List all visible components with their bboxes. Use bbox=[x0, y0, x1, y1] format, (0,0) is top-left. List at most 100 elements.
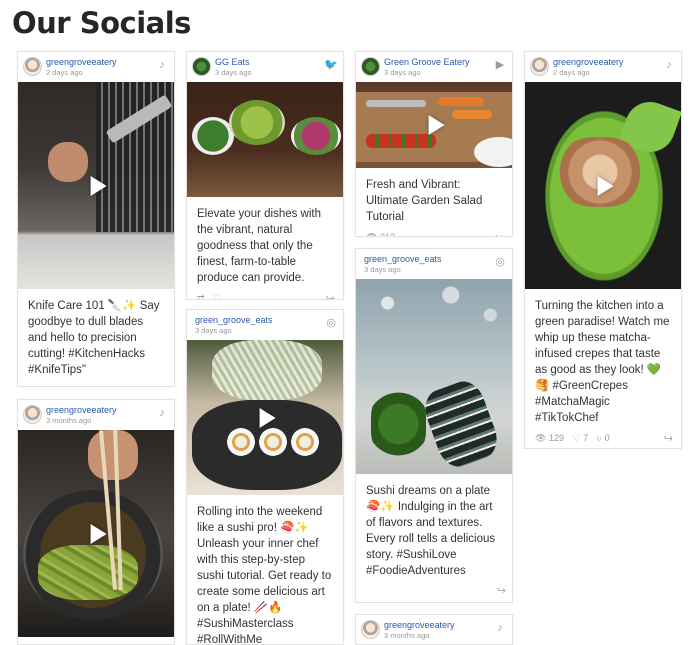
retweet-icon[interactable]: ⇄ bbox=[197, 293, 205, 299]
media-art bbox=[438, 97, 484, 106]
post-card[interactable]: green_groove_eats 3 days ago ◎ Rolling i… bbox=[186, 309, 344, 645]
media-art bbox=[452, 110, 492, 119]
post-time: 3 days ago bbox=[195, 326, 232, 335]
post-header: greengroveeatery 3 months ago ♪ bbox=[356, 615, 512, 644]
eye-icon: 👁 bbox=[28, 385, 39, 386]
share-icon[interactable]: ↪ bbox=[664, 432, 673, 445]
post-time: 2 days ago bbox=[46, 68, 83, 77]
heart-icon: ♡ bbox=[55, 385, 63, 386]
author-handle[interactable]: greengroveeatery bbox=[46, 405, 117, 415]
post-time: 3 months ago bbox=[46, 416, 92, 425]
comments-count: ○ 0 bbox=[80, 385, 93, 386]
post-video[interactable] bbox=[18, 82, 174, 289]
caption-text: Knife Care 101 🔪✨ Say goodbye to dull bl… bbox=[28, 300, 160, 376]
play-icon[interactable] bbox=[90, 523, 107, 544]
author-handle[interactable]: GG Eats bbox=[215, 57, 250, 67]
author-handle[interactable]: green_groove_eats bbox=[364, 254, 442, 264]
post-card[interactable]: greengroveeatery 2 days ago ♪ Knife Care… bbox=[17, 51, 175, 387]
media-art bbox=[356, 279, 512, 359]
post-header: greengroveeatery 3 months ago ♪ bbox=[18, 400, 174, 430]
page-title: Our Socials bbox=[12, 6, 191, 40]
play-icon[interactable] bbox=[259, 407, 276, 428]
comment-icon: ○ bbox=[80, 385, 85, 386]
media-art bbox=[366, 134, 436, 148]
media-art bbox=[291, 117, 341, 155]
avatar[interactable] bbox=[192, 57, 211, 76]
media-art bbox=[229, 100, 285, 145]
author-handle[interactable]: greengroveeatery bbox=[553, 57, 624, 67]
play-icon[interactable] bbox=[90, 175, 107, 196]
share-icon[interactable]: ↪ bbox=[157, 384, 166, 386]
instagram-icon[interactable]: ◎ bbox=[324, 316, 338, 330]
post-card[interactable]: green_groove_eats 3 days ago ◎ Sushi dre… bbox=[355, 248, 513, 603]
comments-count: ○ 0 bbox=[597, 433, 610, 443]
post-caption: Turning the kitchen into a green paradis… bbox=[525, 289, 681, 426]
media-art bbox=[371, 389, 426, 459]
post-time: 3 days ago bbox=[215, 68, 252, 77]
tiktok-icon[interactable]: ♪ bbox=[155, 58, 169, 72]
post-caption: Knife Care 101 🔪✨ Say goodbye to dull bl… bbox=[18, 289, 174, 378]
views-count: 👁 4 bbox=[28, 385, 47, 386]
heart-icon[interactable]: ♡ bbox=[213, 293, 221, 299]
share-icon[interactable]: ↪ bbox=[495, 231, 504, 236]
caption-text: Elevate your dishes with the vibrant, na… bbox=[197, 208, 322, 284]
eye-icon: 👁 bbox=[366, 232, 378, 237]
post-card[interactable]: GG Eats 3 days ago 🐦 Elevate your dishes… bbox=[186, 51, 344, 300]
share-icon[interactable]: ↪ bbox=[497, 584, 506, 597]
post-stats: 👁 4 ♡ 2 ○ 0 ↪ bbox=[18, 378, 174, 386]
post-header: green_groove_eats 3 days ago ◎ bbox=[356, 249, 512, 279]
caption-text: Rolling into the weekend like a sushi pr… bbox=[197, 506, 332, 645]
post-image[interactable] bbox=[356, 279, 512, 474]
avatar[interactable] bbox=[23, 405, 42, 424]
author-handle[interactable]: green_groove_eats bbox=[195, 315, 273, 325]
post-video[interactable] bbox=[18, 430, 174, 637]
heart-icon: ♡ bbox=[572, 433, 581, 443]
avatar[interactable] bbox=[530, 57, 549, 76]
post-card[interactable]: greengroveeatery 2 days ago ♪ Turning th… bbox=[524, 51, 682, 449]
views-value: 312 bbox=[379, 232, 395, 237]
likes-value: 7 bbox=[583, 433, 589, 443]
views-count: 👁 312 bbox=[366, 232, 395, 237]
caption-text: Fresh and Vibrant: Ultimate Garden Salad… bbox=[366, 179, 483, 223]
youtube-icon[interactable]: ▶ bbox=[493, 58, 507, 72]
comment-icon: ○ bbox=[596, 433, 603, 443]
post-stats: 👁 129 ♡ 7 ○ 0 ↪ bbox=[525, 426, 681, 448]
media-art bbox=[212, 340, 322, 400]
comments-value: 0 bbox=[604, 433, 610, 443]
post-video[interactable] bbox=[356, 82, 512, 168]
post-time: 3 days ago bbox=[384, 68, 421, 77]
post-card[interactable]: greengroveeatery 3 months ago ♪ bbox=[355, 614, 513, 645]
post-image[interactable] bbox=[187, 82, 343, 197]
media-art bbox=[192, 117, 234, 155]
post-header: GG Eats 3 days ago 🐦 bbox=[187, 52, 343, 82]
twitter-icon[interactable]: 🐦 bbox=[324, 58, 338, 72]
post-video[interactable] bbox=[187, 340, 343, 495]
post-video[interactable] bbox=[525, 82, 681, 289]
likes-count: ♡ 2 bbox=[55, 385, 71, 386]
post-header: green_groove_eats 3 days ago ◎ bbox=[187, 310, 343, 340]
author-handle[interactable]: Green Groove Eatery bbox=[384, 57, 470, 67]
post-time: 3 days ago bbox=[364, 265, 401, 274]
comments-value: 0 bbox=[88, 385, 93, 386]
caption-text: Turning the kitchen into a green paradis… bbox=[535, 300, 670, 424]
post-card[interactable]: Green Groove Eatery 3 days ago ▶ Fresh a… bbox=[355, 51, 513, 237]
eye-icon: 👁 bbox=[535, 433, 547, 443]
post-card[interactable]: greengroveeatery 3 months ago ♪ bbox=[17, 399, 175, 645]
avatar[interactable] bbox=[361, 620, 380, 639]
instagram-icon[interactable]: ◎ bbox=[493, 255, 507, 269]
tiktok-icon[interactable]: ♪ bbox=[155, 406, 169, 420]
author-handle[interactable]: greengroveeatery bbox=[46, 57, 117, 67]
tiktok-icon[interactable]: ♪ bbox=[493, 621, 507, 635]
media-art bbox=[259, 428, 287, 456]
play-icon[interactable] bbox=[428, 115, 445, 135]
media-art bbox=[419, 376, 503, 472]
author-handle[interactable]: greengroveeatery bbox=[384, 620, 455, 630]
play-icon[interactable] bbox=[597, 175, 614, 196]
media-art bbox=[366, 100, 426, 107]
tiktok-icon[interactable]: ♪ bbox=[662, 58, 676, 72]
share-icon[interactable]: ↪ bbox=[326, 292, 335, 299]
views-count: 👁 129 bbox=[535, 433, 564, 444]
media-art bbox=[227, 428, 255, 456]
avatar[interactable] bbox=[23, 57, 42, 76]
avatar[interactable] bbox=[361, 57, 380, 76]
